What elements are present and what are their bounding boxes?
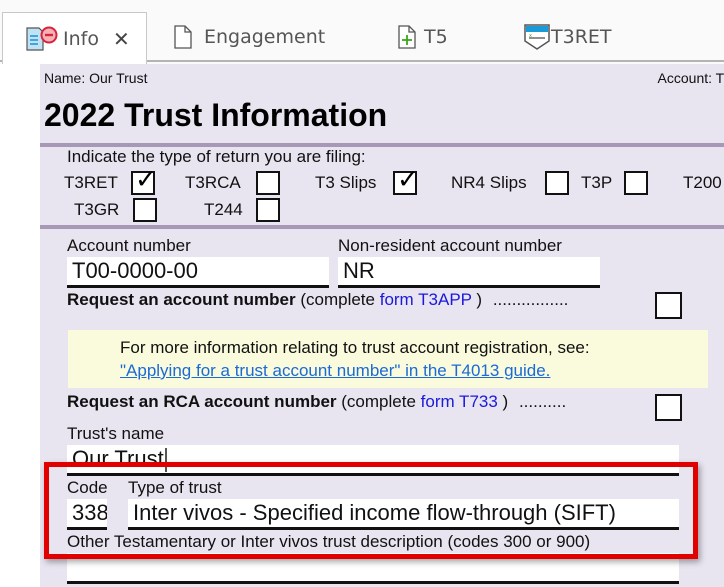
checkbox-t244[interactable]: [256, 198, 280, 222]
checkbox-t3rca[interactable]: [256, 171, 280, 195]
document-icon: [172, 24, 194, 50]
form-t733-link[interactable]: form T733: [421, 392, 498, 411]
request-rca-checkbox[interactable]: [655, 394, 682, 421]
request-rca-label: Request an RCA account number: [67, 392, 337, 411]
code-field[interactable]: 338: [67, 499, 107, 530]
request-account-pre: (complete: [300, 290, 375, 309]
close-icon[interactable]: ✕: [113, 27, 130, 51]
tab-label: Engagement: [204, 26, 326, 48]
request-rca-row: Request an RCA account number (complete …: [67, 392, 566, 412]
left-gutter: [0, 64, 40, 587]
request-account-post: ): [476, 290, 483, 309]
request-account-label: Request an account number: [67, 290, 296, 309]
text-cursor: [164, 448, 167, 473]
tab-info[interactable]: Info ✕: [2, 12, 147, 64]
request-rca-post: ): [502, 392, 509, 411]
code-label: Code: [67, 478, 108, 497]
label-t3rca: T3RCA: [185, 173, 241, 192]
type-of-trust-field[interactable]: Inter vivos - Specified income flow-thro…: [128, 499, 679, 530]
trust-name-label: Trust's name: [67, 424, 165, 443]
info-box: For more information relating to trust a…: [68, 330, 708, 388]
checkbox-t3gr[interactable]: [133, 198, 157, 222]
checkbox-nr4-slips[interactable]: [545, 171, 569, 195]
tab-label: T5: [424, 26, 448, 48]
t4013-guide-link[interactable]: "Applying for a trust account number" in…: [120, 361, 550, 381]
header-account: Account: T0: [657, 70, 724, 86]
label-nr4-slips: NR4 Slips: [451, 173, 527, 192]
trust-info-form: Name: Our Trust Account: T0 2022 Trust I…: [40, 64, 724, 587]
label-t244: T244: [204, 200, 243, 219]
tab-engagement[interactable]: Engagement: [172, 12, 325, 62]
tab-label: Info: [63, 27, 99, 50]
checkbox-t3ret[interactable]: ✓: [131, 167, 157, 195]
label-t200: T200: [683, 173, 722, 192]
checkmark-icon: ✓: [135, 165, 157, 195]
info-text: For more information relating to trust a…: [120, 338, 590, 357]
checkbox-t3-slips[interactable]: ✓: [393, 167, 419, 195]
return-type-prompt: Indicate the type of return you are fili…: [67, 147, 366, 166]
request-account-checkbox[interactable]: [655, 292, 682, 319]
type-of-trust-label: Type of trust: [128, 478, 222, 497]
header-name: Name: Our Trust: [44, 70, 148, 86]
trust-name-field[interactable]: Our Trust: [67, 445, 679, 476]
nr-account-number-field[interactable]: NR: [338, 257, 600, 288]
label-t3-slips: T3 Slips: [315, 173, 377, 192]
leader-dots: ................: [492, 290, 569, 309]
request-account-row: Request an account number (complete form…: [67, 290, 568, 310]
other-description-field[interactable]: [67, 553, 679, 584]
tab-label: T3RET: [551, 26, 612, 48]
label-t3ret: T3RET: [64, 173, 118, 192]
document-error-icon: [25, 26, 59, 52]
other-description-label: Other Testamentary or Inter vivos trust …: [67, 532, 591, 551]
tab-t5[interactable]: T5: [396, 12, 448, 62]
label-t3gr: T3GR: [74, 200, 120, 219]
request-rca-pre: (complete: [341, 392, 416, 411]
page-title: 2022 Trust Information: [44, 97, 388, 133]
leader-dots: ..........: [518, 392, 567, 411]
account-number-field[interactable]: T00-0000-00: [67, 257, 329, 288]
label-t3p: T3P: [581, 173, 613, 192]
checkmark-icon: ✓: [397, 165, 419, 195]
tab-t3ret[interactable]: x T3RET: [523, 12, 612, 62]
checkbox-t3p[interactable]: [624, 171, 648, 195]
account-number-label: Account number: [67, 236, 191, 255]
form-t3app-link[interactable]: form T3APP: [380, 290, 472, 309]
trust-name-value: Our Trust: [72, 446, 164, 471]
tab-bar: Info ✕ Engagement T5 x T3RET: [0, 0, 724, 64]
return-form-icon: x: [523, 23, 551, 51]
nr-account-number-label: Non-resident account number: [338, 236, 562, 255]
svg-text:x: x: [529, 33, 532, 39]
document-add-icon: [396, 24, 418, 50]
divider: [40, 225, 724, 229]
